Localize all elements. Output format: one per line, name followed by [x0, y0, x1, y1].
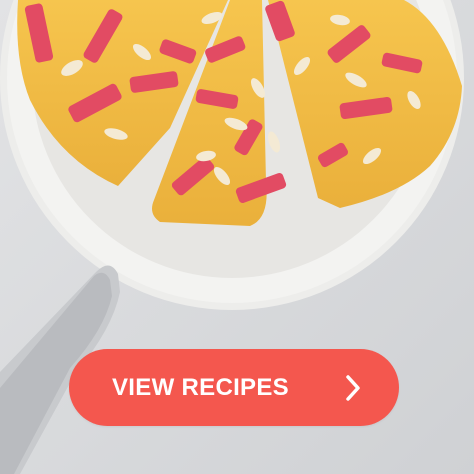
view-recipes-label: VIEW RECIPES [112, 373, 289, 401]
chevron-right-icon [346, 374, 360, 401]
view-recipes-button[interactable]: VIEW RECIPES [69, 349, 399, 426]
